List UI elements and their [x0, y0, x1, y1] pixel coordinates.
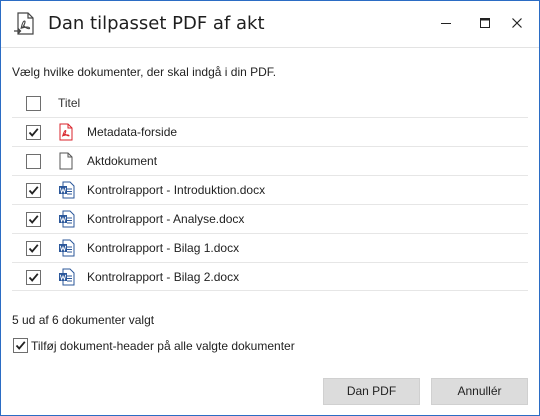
row-checkbox[interactable] — [26, 270, 41, 285]
row-checkbox[interactable] — [26, 154, 41, 169]
blank-file-icon — [59, 152, 73, 170]
word-file-icon — [59, 268, 75, 286]
column-header-title: Titel — [58, 96, 81, 110]
table-row[interactable]: Metadata-forside — [12, 117, 528, 147]
close-icon — [512, 18, 522, 28]
document-title: Kontrolrapport - Bilag 1.docx — [87, 241, 240, 255]
minimize-icon — [441, 23, 451, 24]
document-title: Metadata-forside — [87, 125, 178, 139]
word-file-icon — [59, 239, 75, 257]
table-row[interactable]: Kontrolrapport - Introduktion.docx — [12, 175, 528, 205]
minimize-button[interactable] — [430, 9, 462, 37]
word-file-icon — [59, 210, 75, 228]
maximize-button[interactable] — [469, 9, 501, 37]
dialog-window: Dan tilpasset PDF af akt Vælg hvilke dok… — [0, 0, 540, 416]
title-divider — [1, 47, 539, 48]
table-row[interactable]: Kontrolrapport - Bilag 2.docx — [12, 262, 528, 292]
checkmark-icon — [28, 273, 39, 282]
checkmark-icon — [28, 128, 39, 137]
window-title: Dan tilpasset PDF af akt — [48, 13, 265, 34]
word-file-icon — [59, 181, 75, 199]
table-row[interactable]: Aktdokument — [12, 146, 528, 176]
document-title: Kontrolrapport - Introduktion.docx — [87, 183, 266, 197]
cancel-button[interactable]: Annullér — [431, 378, 528, 405]
instruction-text: Vælg hvilke dokumenter, der skal indgå i… — [12, 65, 277, 79]
document-title: Kontrolrapport - Analyse.docx — [87, 212, 245, 226]
create-pdf-button[interactable]: Dan PDF — [323, 378, 420, 405]
row-checkbox[interactable] — [26, 212, 41, 227]
table-header: Titel — [12, 89, 528, 117]
checkmark-icon — [15, 341, 26, 350]
document-title: Kontrolrapport - Bilag 2.docx — [87, 270, 240, 284]
title-bar[interactable]: Dan tilpasset PDF af akt — [1, 1, 539, 47]
checkmark-icon — [28, 186, 39, 195]
selection-summary: 5 ud af 6 dokumenter valgt — [12, 313, 155, 327]
checkmark-icon — [28, 244, 39, 253]
row-checkbox[interactable] — [26, 125, 41, 140]
add-header-option[interactable]: Tilføj dokument-header på alle valgte do… — [12, 337, 412, 355]
maximize-icon — [480, 18, 490, 28]
table-row[interactable]: Kontrolrapport - Bilag 1.docx — [12, 233, 528, 263]
checkmark-icon — [28, 215, 39, 224]
add-header-checkbox[interactable] — [13, 338, 28, 353]
pdf-export-icon — [12, 11, 38, 37]
row-checkbox[interactable] — [26, 241, 41, 256]
add-header-label: Tilføj dokument-header på alle valgte do… — [31, 339, 295, 353]
close-button[interactable] — [501, 9, 533, 37]
select-all-checkbox[interactable] — [26, 96, 41, 111]
row-checkbox[interactable] — [26, 183, 41, 198]
table-row[interactable]: Kontrolrapport - Analyse.docx — [12, 204, 528, 234]
document-title: Aktdokument — [87, 154, 158, 168]
list-divider — [12, 290, 528, 291]
pdf-file-icon — [59, 123, 73, 141]
